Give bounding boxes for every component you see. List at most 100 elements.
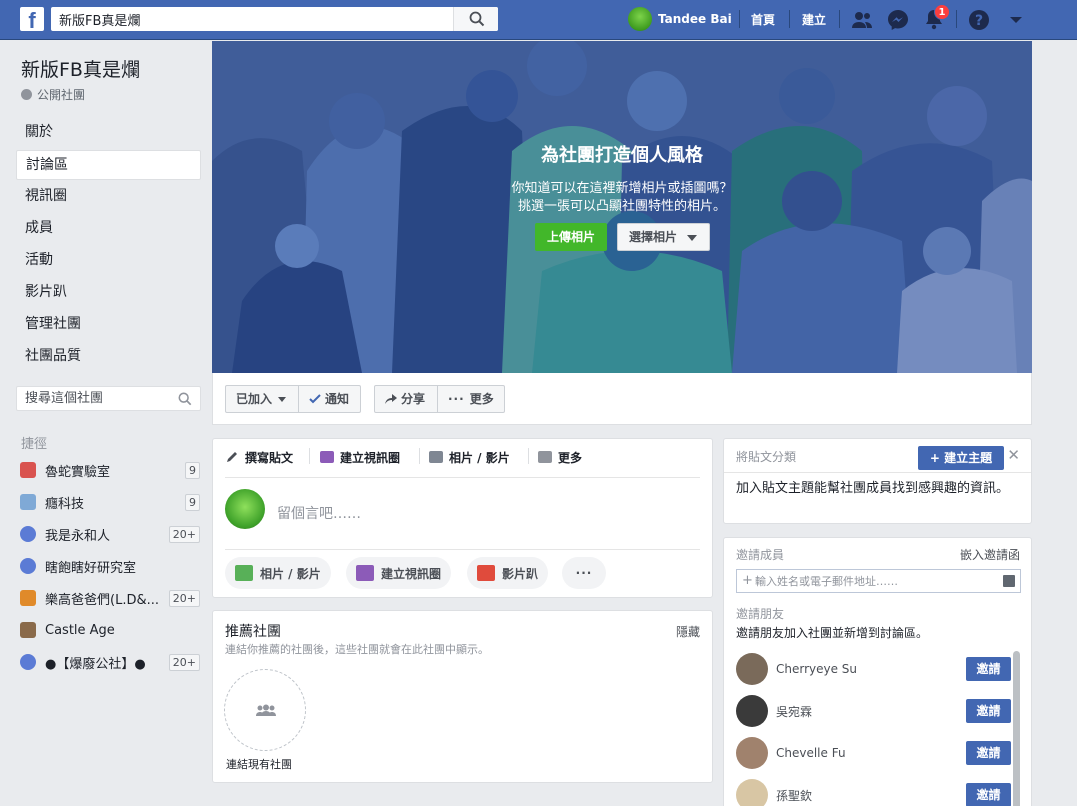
more-options-button[interactable]: ··· (562, 557, 606, 589)
more-button[interactable]: ··· 更多 (437, 385, 505, 413)
nav-item-members[interactable]: 成員 (16, 213, 201, 243)
shortcut-name: 樂高爸爸們(L.D&... (45, 592, 159, 608)
create-topic-button[interactable]: + 建立主題 (918, 446, 1004, 470)
create-topic-label: 建立主題 (944, 451, 993, 465)
tab-photo-video[interactable]: 相片 / 影片 (429, 447, 510, 467)
avatar[interactable] (736, 653, 768, 685)
shortcut-name: 我是永和人 (45, 528, 111, 544)
cover-title: 為社團打造個人風格 (541, 145, 703, 166)
shortcut-item[interactable]: 樂高爸爸們(L.D&... 20+ (20, 585, 200, 611)
friend-row: Cherryeye Su 邀請 (736, 652, 1011, 686)
shortcut-item[interactable]: ●【爆廢公社】● 20+ (20, 649, 200, 675)
search-icon[interactable] (178, 392, 192, 406)
shortcut-item[interactable]: Castle Age (20, 617, 200, 643)
notify-button[interactable]: 通知 (298, 385, 361, 413)
avatar[interactable] (736, 737, 768, 769)
tab-write-post[interactable]: 撰寫貼文 (225, 447, 293, 467)
more-label: 更多 (469, 392, 494, 406)
avatar[interactable] (736, 695, 768, 727)
nav-item-watch-party[interactable]: 影片趴 (16, 277, 201, 307)
invite-input[interactable] (737, 570, 977, 592)
tab-create-video-circle[interactable]: 建立視訊圈 (320, 447, 400, 467)
friends-subtitle: 邀請朋友加入社團並新增到討論區。 (736, 626, 929, 640)
invite-button[interactable]: 邀請 (966, 741, 1011, 765)
nav-item-video-circle[interactable]: 視訊圈 (16, 181, 201, 211)
divider (309, 448, 310, 464)
friend-name[interactable]: 孫聖欽 (776, 787, 966, 804)
global-search (51, 7, 498, 31)
shortcut-item[interactable]: 癮科技 9 (20, 489, 200, 515)
shortcut-count: 20+ (168, 653, 200, 671)
plus-icon: + (929, 451, 945, 465)
photo-video-button[interactable]: 相片 / 影片 (225, 557, 331, 589)
group-name[interactable]: 新版FB真是爛 (21, 55, 140, 82)
share-button[interactable]: 分享 (374, 385, 438, 413)
nav-item-about[interactable]: 關於 (16, 117, 201, 147)
close-icon[interactable]: ✕ (1007, 446, 1020, 464)
card-title: 邀請成員 (736, 548, 785, 562)
watch-party-button[interactable]: 影片趴 (467, 557, 549, 589)
share-label: 分享 (401, 392, 426, 406)
joined-label: 已加入 (236, 392, 273, 406)
ellipsis-icon: ··· (575, 566, 593, 580)
create-link[interactable]: 建立 (802, 11, 826, 28)
shortcut-item[interactable]: 我是永和人 20+ (20, 521, 200, 547)
upload-photo-button[interactable]: 上傳相片 (535, 223, 607, 251)
account-menu-icon[interactable] (1004, 8, 1028, 32)
group-icon (20, 654, 36, 670)
shortcut-count: 20+ (168, 525, 200, 543)
group-search-input[interactable] (17, 387, 167, 410)
group-icon (20, 622, 36, 638)
pill-label: 相片 / 影片 (260, 566, 321, 581)
invite-button[interactable]: 邀請 (966, 699, 1011, 723)
shortcuts-heading: 捷徑 (21, 437, 48, 452)
shortcut-count: 9 (185, 493, 200, 511)
note-icon[interactable] (1003, 575, 1015, 587)
link-group-label[interactable]: 連結現有社團 (226, 756, 292, 772)
hide-link[interactable]: 隱藏 (676, 623, 700, 640)
group-privacy: 公開社團 (21, 86, 85, 103)
tab-label: 建立視訊圈 (340, 450, 401, 465)
divider (956, 10, 957, 28)
card-title: 推薦社團 (225, 624, 281, 640)
shortcut-item[interactable]: 瞎飽瞎好研究室 (20, 553, 200, 579)
create-video-circle-button[interactable]: 建立視訊圈 (346, 557, 452, 589)
global-search-input[interactable] (51, 7, 441, 31)
nav-item-manage-group[interactable]: 管理社團 (16, 309, 201, 339)
svg-text:?: ? (975, 13, 983, 29)
friend-row: 孫聖欽 邀請 (736, 778, 1011, 806)
invite-button[interactable]: 邀請 (966, 783, 1011, 806)
nav-item-events[interactable]: 活動 (16, 245, 201, 275)
plus-icon: + (742, 573, 753, 588)
divider (789, 10, 790, 28)
messenger-icon[interactable] (886, 8, 910, 32)
search-button[interactable] (453, 7, 498, 31)
tab-more[interactable]: 更多 (538, 447, 582, 467)
home-link[interactable]: 首頁 (751, 11, 775, 28)
video-camera-icon (356, 565, 374, 581)
choose-photo-button[interactable]: 選擇相片 (617, 223, 710, 251)
profile-link[interactable]: Tandee Bai (628, 7, 732, 31)
card-body: 加入貼文主題能幫社團成員找到感興趣的資訊。 (736, 481, 1010, 496)
embed-invite-link[interactable]: 嵌入邀請函 (960, 546, 1020, 563)
nav-item-group-quality[interactable]: 社團品質 (16, 341, 201, 371)
scrollbar[interactable] (1013, 651, 1020, 806)
friend-name[interactable]: 吳宛霖 (776, 703, 966, 720)
shortcut-count: 20+ (168, 589, 200, 607)
divider (225, 549, 700, 550)
group-icon (20, 526, 36, 542)
divider (724, 472, 1031, 473)
friends-icon[interactable] (850, 8, 874, 32)
composer-input[interactable]: 留個言吧…… (277, 503, 361, 523)
shortcut-item[interactable]: 魯蛇實驗室 9 (20, 457, 200, 483)
nav-item-discussion[interactable]: 討論區 (16, 150, 201, 180)
notify-label: 通知 (325, 392, 350, 406)
avatar[interactable] (736, 779, 768, 806)
friend-name[interactable]: Cherryeye Su (776, 662, 966, 676)
facebook-logo-icon[interactable]: f (20, 7, 44, 31)
divider (739, 10, 740, 28)
invite-button[interactable]: 邀請 (966, 657, 1011, 681)
joined-button[interactable]: 已加入 (225, 385, 299, 413)
help-icon[interactable]: ? (967, 8, 991, 32)
friend-name[interactable]: Chevelle Fu (776, 746, 966, 760)
